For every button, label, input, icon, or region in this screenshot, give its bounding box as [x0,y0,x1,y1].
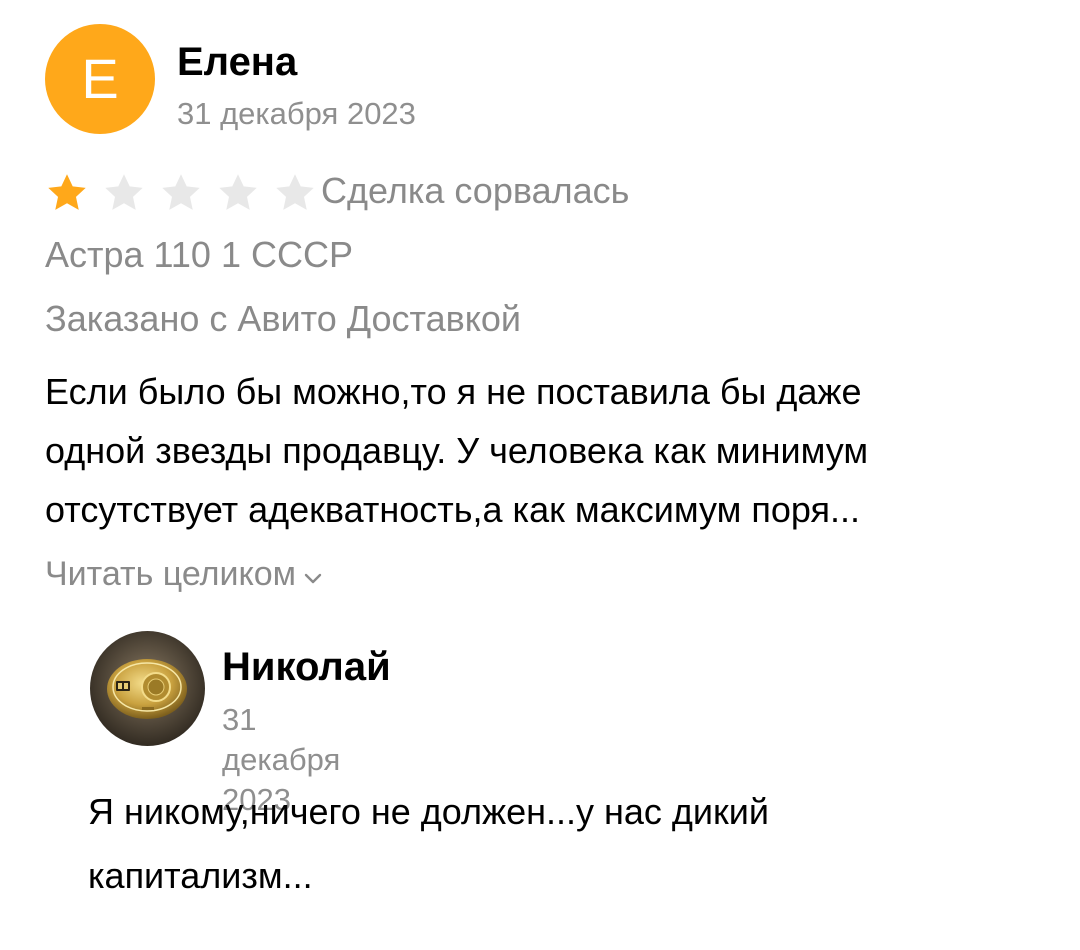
review-text-line: Если было бы можно,то я не поставила бы … [45,371,862,412]
delivery-note: Заказано с Авито Доставкой [45,298,522,339]
avatar-initial: Е [81,47,119,110]
author-avatar[interactable]: Е [45,24,155,134]
author-name[interactable]: Елена [177,38,297,86]
star-empty-icon [102,171,146,215]
read-more-label: Читать целиком [45,555,296,593]
reply-text: Я никому,ничего не должен...у нас дикий … [88,780,1038,908]
read-more-button[interactable]: Читать целиком [45,552,322,596]
reply-text-line: Я никому,ничего не должен...у нас дикий [88,791,769,832]
star-empty-icon [216,171,260,215]
review-text-line: одной звезды продавцу. У человека как ми… [45,430,869,471]
reply-text-line: капитализм... [88,855,313,896]
review-text-line: отсутствует адекватность,а как максимум … [45,489,861,530]
product-title[interactable]: Астра 110 1 СССР [45,232,353,278]
star-empty-icon [159,171,203,215]
rating-stars [45,170,330,216]
star-empty-icon [273,171,317,215]
review-date: 31 декабря 2023 [177,96,416,131]
star-filled-icon [45,171,89,215]
deal-status: Сделка сорвалась [321,170,630,211]
coin-photo-avatar[interactable] [90,631,205,746]
reply-author-name[interactable]: Николай [222,643,391,691]
chevron-down-icon [296,552,322,596]
review-text: Если было бы можно,то я не поставила бы … [45,362,1035,539]
